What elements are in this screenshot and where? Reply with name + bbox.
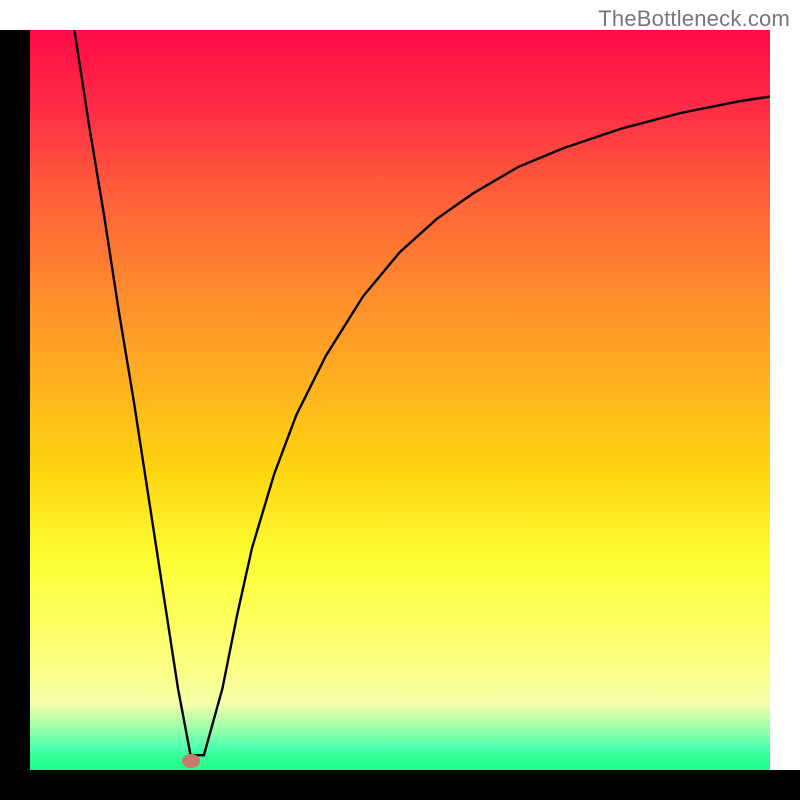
axis-left: [0, 30, 30, 800]
curve-path: [74, 30, 770, 755]
vertex-marker: [182, 754, 200, 768]
axis-bottom: [0, 770, 800, 800]
chart-container: TheBottleneck.com: [0, 0, 800, 800]
curve-svg: [30, 30, 770, 770]
watermark-text: TheBottleneck.com: [598, 6, 790, 32]
plot-area: [30, 30, 770, 770]
